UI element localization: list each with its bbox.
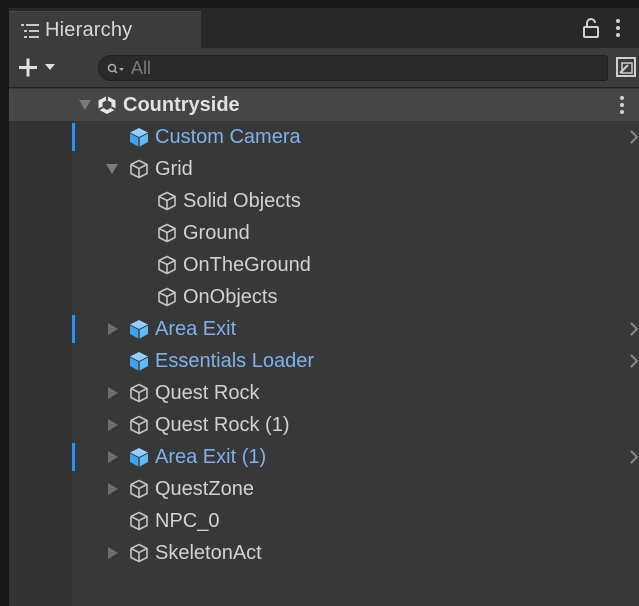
scene-visibility-icon[interactable] [615,56,637,83]
expand-arrow-icon[interactable] [108,323,118,335]
search-field[interactable] [98,55,608,81]
scene-row[interactable]: Countryside [9,89,639,121]
hierarchy-panel: Hierarchy All Countryside Custom Camera … [9,8,639,606]
tree-item-label: Area Exit (1) [155,446,267,468]
tree-item-label: Grid [155,158,193,180]
prefab-open-chevron-icon[interactable] [629,450,639,469]
expand-arrow-icon[interactable] [108,419,118,431]
prefab-cube-icon [129,447,149,467]
prefab-override-marker [72,123,75,151]
tree-item[interactable]: SkeletonAct [9,537,639,569]
tree-item-label: Custom Camera [155,126,301,148]
gameobject-cube-icon [129,479,149,499]
prefab-open-chevron-icon[interactable] [629,322,639,341]
tree-item-label: Quest Rock [155,382,260,404]
expand-arrow-icon[interactable] [108,387,118,399]
collapse-arrow-icon[interactable] [106,164,118,174]
hierarchy-tree: Countryside Custom Camera Grid Solid Object… [9,89,639,606]
tree-item-label: QuestZone [155,478,254,500]
gameobject-cube-icon [129,511,149,531]
tree-item[interactable]: Area Exit [9,313,639,345]
tree-item[interactable]: OnObjects [9,281,639,313]
gameobject-cube-icon [129,159,149,179]
list-icon [21,23,39,39]
hierarchy-toolbar [9,48,639,88]
tab-title: Hierarchy [45,19,133,41]
gameobject-cube-icon [157,223,177,243]
prefab-override-marker [72,443,75,471]
prefab-open-chevron-icon[interactable] [629,130,639,149]
tab-menu-icon[interactable] [615,18,621,43]
expand-arrow-icon[interactable] [108,547,118,559]
tree-item[interactable]: Quest Rock [9,377,639,409]
gameobject-cube-icon [129,383,149,403]
gameobject-cube-icon [157,255,177,275]
tree-item-label: OnObjects [183,286,278,308]
tree-item[interactable]: Custom Camera [9,121,639,153]
expand-arrow-icon[interactable] [108,483,118,495]
prefab-cube-icon [129,319,149,339]
gameobject-cube-icon [129,415,149,435]
tree-item[interactable]: Grid [9,153,639,185]
gameobject-cube-icon [129,543,149,563]
tree-item-label: SkeletonAct [155,542,262,564]
tree-item[interactable]: NPC_0 [9,505,639,537]
expand-arrow-icon[interactable] [108,451,118,463]
tree-item-label: NPC_0 [155,510,220,532]
gameobject-cube-icon [157,287,177,307]
expand-arrow-icon[interactable] [79,100,91,110]
tree-item-label: Solid Objects [183,190,301,212]
prefab-override-marker [72,315,75,343]
tree-item-label: Essentials Loader [155,350,314,372]
tree-item-label: Ground [183,222,250,244]
search-input[interactable] [131,57,591,79]
tree-item[interactable]: Solid Objects [9,185,639,217]
lock-icon[interactable] [583,18,599,43]
scene-label: Countryside [123,94,240,116]
prefab-open-chevron-icon[interactable] [629,354,639,373]
tree-item-label: Quest Rock (1) [155,414,290,436]
search-icon [107,62,125,80]
create-dropdown-button[interactable] [17,55,65,81]
tree-item[interactable]: Ground [9,217,639,249]
tree-item[interactable]: QuestZone [9,473,639,505]
prefab-cube-icon [129,127,149,147]
tab-hierarchy[interactable]: Hierarchy [9,11,201,49]
tree-item[interactable]: Essentials Loader [9,345,639,377]
tree-item-label: OnTheGround [183,254,311,276]
gameobject-cube-icon [157,191,177,211]
tree-item[interactable]: OnTheGround [9,249,639,281]
tree-item[interactable]: Area Exit (1) [9,441,639,473]
unity-scene-icon [97,95,117,115]
tree-item[interactable]: Quest Rock (1) [9,409,639,441]
tab-bar: Hierarchy [9,8,639,49]
prefab-cube-icon [129,351,149,371]
scene-menu-icon[interactable] [619,95,625,120]
tree-item-label: Area Exit [155,318,237,340]
